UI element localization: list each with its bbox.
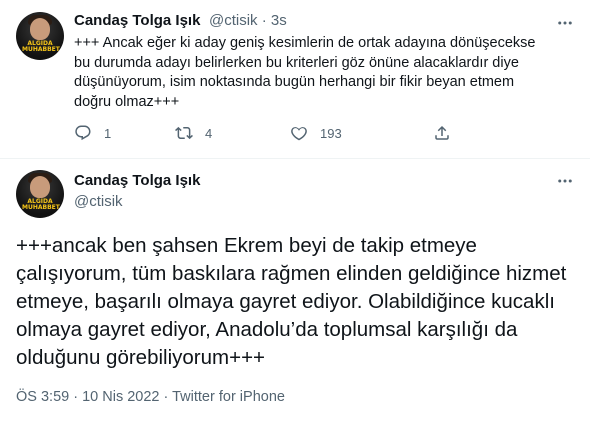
more-icon[interactable] [556,14,574,32]
author-handle[interactable]: @ctisik [74,193,123,210]
retweet-count: 4 [205,125,213,141]
retweet-button[interactable]: 4 [175,122,212,144]
tweet-text: +++ancak ben şahsen Ekrem beyi de takip … [16,234,567,369]
tweet-time[interactable]: ÖS 3:59 [16,389,69,405]
like-button[interactable]: 193 [290,122,342,144]
avatar-face [30,18,50,40]
tweet-actions: 1 4 193 [74,122,544,144]
avatar[interactable]: ALGIDA MUHABBET [16,170,64,218]
share-button[interactable] [433,122,451,144]
tweet-source[interactable]: Twitter for iPhone [164,389,285,405]
author-name[interactable]: Candaş Tolga Işık [74,172,200,189]
like-count: 193 [320,125,342,141]
retweet-icon [175,126,193,140]
avatar-badge-text: ALGIDA MUHABBET [22,198,60,211]
avatar[interactable]: ALGIDA MUHABBET [16,12,64,60]
reply-icon [75,125,91,141]
avatar-badge-text: ALGIDA MUHABBET [22,40,60,53]
tweet-first[interactable]: ALGIDA MUHABBET Candaş Tolga Işık @ctisi… [0,0,590,159]
more-icon[interactable] [556,172,574,190]
share-icon [435,125,449,140]
tweet-timestamp-line: ÖS 3:59 10 Nis 2022 Twitter for iPhone [16,389,285,405]
author-name[interactable]: Candaş Tolga Işık [74,12,200,29]
reply-button[interactable]: 1 [74,122,111,144]
avatar-face [30,176,50,198]
tweet-text: +++ Ancak eğer ki aday geniş kesimlerin … [74,35,536,110]
author-handle-time[interactable]: @ctisik · 3s [209,12,287,29]
tweet-date[interactable]: 10 Nis 2022 [73,389,159,405]
like-icon [291,127,307,141]
reply-count: 1 [104,125,112,141]
